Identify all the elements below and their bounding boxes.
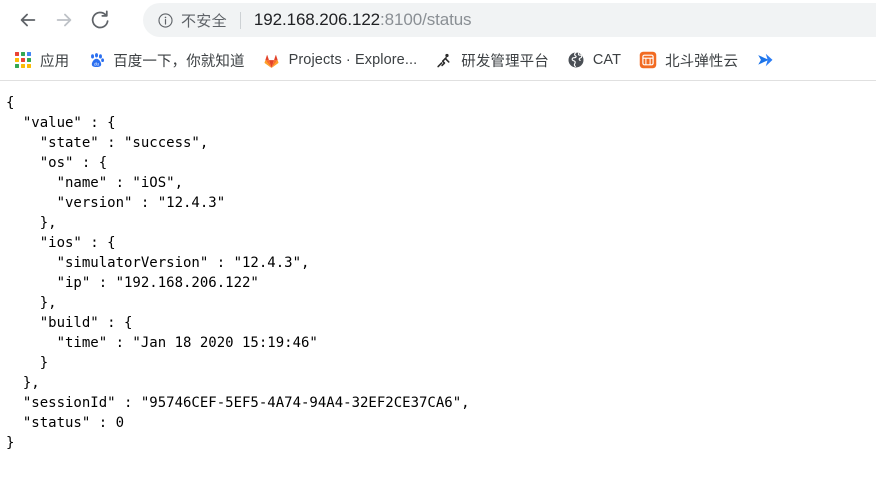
bookmark-apps[interactable]: 应用	[6, 46, 77, 74]
forward-button[interactable]	[46, 2, 82, 38]
url-host: 192.168.206.122	[253, 10, 381, 29]
bookmark-label: CAT	[592, 52, 622, 68]
bookmark-gitlab-projects[interactable]: Projects · Explore...	[255, 46, 426, 74]
bookmark-baidu[interactable]: du 百度一下，你就知道	[79, 46, 252, 74]
address-bar[interactable]: 不安全 192.168.206.122:8100/status	[143, 3, 876, 37]
blue-arrow-icon	[756, 51, 774, 69]
bookmark-cat[interactable]: CAT	[559, 46, 629, 74]
beidou-cloud-icon	[639, 51, 657, 69]
bookmark-label: 研发管理平台	[461, 53, 549, 70]
bookmarks-bar: 应用 du 百度一下，你就知道 Projects · Explore... 研发…	[0, 40, 876, 80]
security-status-chip[interactable]: 不安全	[157, 10, 227, 31]
dev-platform-icon	[435, 51, 453, 69]
json-response-body: { "value" : { "state" : "success", "os" …	[6, 95, 470, 451]
apps-grid-icon	[14, 51, 32, 69]
security-status-label: 不安全	[181, 12, 227, 30]
back-button[interactable]	[10, 2, 46, 38]
reload-button[interactable]	[82, 2, 118, 38]
url-path: :8100/status	[380, 10, 472, 29]
arrow-left-icon	[20, 13, 36, 27]
page-content-area: { "value" : { "state" : "success", "os" …	[0, 81, 876, 500]
globe-icon	[567, 51, 585, 69]
bookmark-beidou-cloud[interactable]: 北斗弹性云	[631, 46, 746, 74]
info-circle-icon	[158, 12, 173, 28]
bookmark-label: 北斗弹性云	[665, 53, 739, 70]
url-display[interactable]: 192.168.206.122:8100/status	[254, 10, 472, 30]
browser-toolbar: 不安全 192.168.206.122:8100/status	[0, 0, 876, 40]
omnibox-separator	[239, 11, 241, 29]
bookmark-label: Projects · Explore...	[288, 52, 418, 68]
baidu-paw-icon: du	[87, 51, 105, 69]
arrow-right-icon	[56, 13, 72, 27]
bookmark-dev-platform[interactable]: 研发管理平台	[427, 46, 557, 74]
svg-text:du: du	[94, 61, 99, 66]
browser-chrome: 不安全 192.168.206.122:8100/status 应用 du 百度…	[0, 0, 876, 81]
reload-icon	[91, 10, 109, 29]
bookmark-label: 应用	[40, 53, 70, 70]
gitlab-fox-icon	[263, 51, 281, 69]
bookmark-label: 百度一下，你就知道	[113, 53, 245, 70]
bookmark-blue-arrow[interactable]	[748, 46, 782, 74]
